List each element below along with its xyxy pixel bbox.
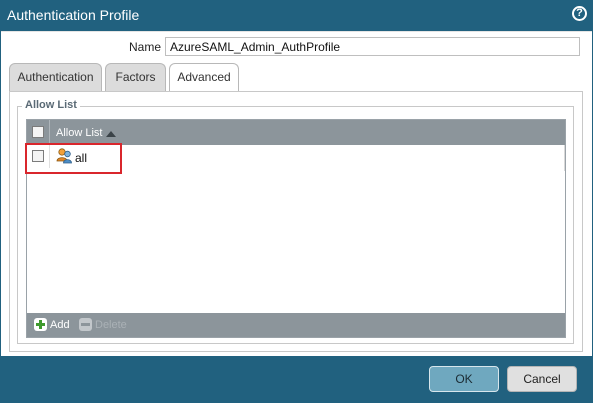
allow-list-section: Allow List Allow List all Add Delete [17, 99, 574, 344]
minus-icon [79, 318, 92, 331]
tab-factors[interactable]: Factors [105, 63, 166, 91]
tab-authentication[interactable]: Authentication [9, 63, 102, 91]
select-all-checkbox[interactable] [32, 126, 44, 138]
cancel-button[interactable]: Cancel [507, 366, 577, 392]
grid-header: Allow List [27, 120, 565, 145]
name-label: Name [129, 40, 162, 54]
plus-icon [34, 318, 47, 331]
help-icon[interactable]: ? [572, 6, 587, 21]
dialog-title: Authentication Profile [7, 7, 140, 23]
dialog-titlebar: Authentication Profile ? [0, 0, 593, 31]
authentication-profile-dialog: Authentication Profile ? Name AzureSAML_… [0, 0, 593, 403]
highlight-box [25, 143, 122, 174]
grid-toolbar: Add Delete [27, 313, 565, 337]
add-button-label: Add [50, 319, 70, 331]
sort-ascending-icon[interactable] [106, 131, 116, 137]
tab-advanced[interactable]: Advanced [169, 63, 239, 92]
allow-list-section-title: Allow List [22, 99, 80, 111]
ok-button[interactable]: OK [429, 366, 499, 392]
dialog-body: Name AzureSAML_Admin_AuthProfile Authent… [1, 31, 592, 356]
header-checkbox-cell [27, 120, 50, 145]
allow-list-grid: Allow List all Add Delete [25, 119, 566, 338]
delete-button-label: Delete [95, 319, 127, 331]
advanced-tab-panel: Allow List Allow List all Add Delete [9, 91, 583, 352]
column-divider [564, 145, 565, 171]
allow-list-column-header[interactable]: Allow List [56, 127, 102, 139]
delete-button[interactable]: Delete [79, 317, 129, 333]
dialog-footer: OK Cancel [0, 356, 593, 403]
add-button[interactable]: Add [34, 317, 74, 333]
name-input[interactable]: AzureSAML_Admin_AuthProfile [165, 37, 580, 56]
